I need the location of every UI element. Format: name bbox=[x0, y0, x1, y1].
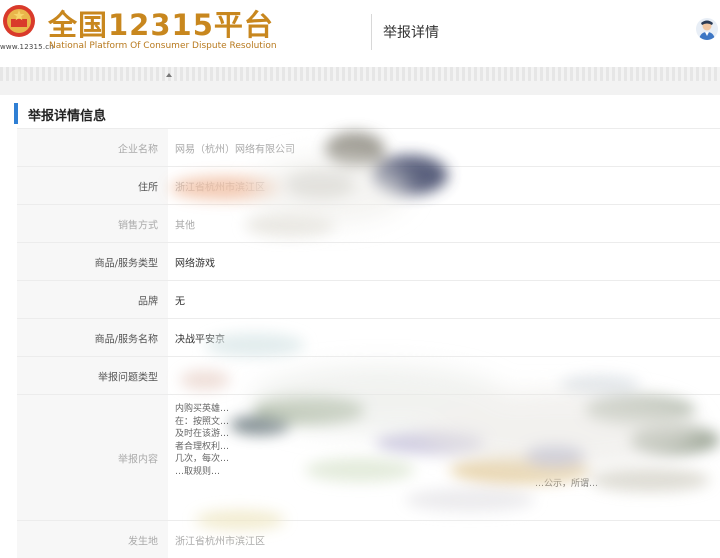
row-value: 浙江省杭州市滨江区 bbox=[175, 536, 265, 547]
row-label: 销售方式 bbox=[17, 205, 168, 242]
site-url: www.12315.cn bbox=[0, 43, 54, 51]
platform-logo-subtitle: National Platform Of Consumer Dispute Re… bbox=[49, 41, 277, 51]
row-value: 其他 bbox=[175, 220, 195, 231]
user-avatar-icon[interactable] bbox=[696, 18, 718, 40]
table-row: 品牌 无 bbox=[17, 280, 720, 318]
row-label: 企业名称 bbox=[17, 129, 168, 166]
row-label: 住所 bbox=[17, 167, 168, 204]
row-label: 品牌 bbox=[17, 281, 168, 318]
content-line: 在：按照文… bbox=[175, 416, 230, 427]
content-line: …公示，所谓… bbox=[535, 479, 599, 489]
page-title: 举报详情 bbox=[383, 25, 439, 41]
site-header: www.12315.cn 全国12315平台 National Platform… bbox=[0, 0, 720, 62]
table-row: 商品/服务类型 网络游戏 bbox=[17, 242, 720, 280]
row-label: 举报内容 bbox=[17, 395, 168, 520]
toolbar-strip bbox=[0, 67, 720, 81]
caret-up-icon[interactable] bbox=[166, 73, 172, 77]
row-value: 无 bbox=[175, 296, 185, 307]
report-content: 内购买英雄… 在：按照文… 及时在该游… 者合理权利… 几次，每次… …取规则…… bbox=[175, 395, 720, 520]
section-title: 举报详情信息 bbox=[28, 109, 107, 124]
table-row: 发生地 浙江省杭州市滨江区 bbox=[17, 520, 720, 558]
row-value: 浙江省杭州市滨江区 bbox=[175, 182, 265, 193]
content-line: 者合理权利… bbox=[175, 441, 230, 452]
row-label: 发生地 bbox=[17, 521, 168, 558]
row-label: 商品/服务类型 bbox=[17, 243, 168, 280]
table-row: 销售方式 其他 bbox=[17, 204, 720, 242]
national-emblem-icon bbox=[3, 5, 35, 37]
section-accent-bar bbox=[14, 103, 18, 124]
table-row: 举报问题类型 bbox=[17, 356, 720, 394]
table-row: 企业名称 网易（杭州）网络有限公司 bbox=[17, 128, 720, 166]
content-background bbox=[0, 81, 720, 95]
header-divider bbox=[371, 14, 372, 50]
content-line: 内购买英雄… bbox=[175, 404, 230, 414]
table-row: 举报内容 内购买英雄… 在：按照文… 及时在该游… 者合理权利… 几次，每次… … bbox=[17, 394, 720, 520]
report-detail-table: 企业名称 网易（杭州）网络有限公司 住所 浙江省杭州市滨江区 销售方式 其他 商… bbox=[17, 128, 720, 558]
row-label: 商品/服务名称 bbox=[17, 319, 168, 356]
table-row: 商品/服务名称 决战平安京 bbox=[17, 318, 720, 356]
row-value bbox=[175, 357, 720, 394]
platform-logo-title[interactable]: 全国12315平台 bbox=[48, 2, 274, 44]
content-line: 及时在该游… bbox=[175, 429, 230, 439]
row-value: 网络游戏 bbox=[175, 258, 215, 269]
content-line: …取规则… bbox=[175, 466, 221, 477]
table-row: 住所 浙江省杭州市滨江区 bbox=[17, 166, 720, 204]
row-value: 网易（杭州）网络有限公司 bbox=[175, 144, 295, 155]
row-value: 决战平安京 bbox=[175, 334, 225, 345]
row-label: 举报问题类型 bbox=[17, 357, 168, 394]
content-line: 几次，每次… bbox=[175, 454, 230, 464]
